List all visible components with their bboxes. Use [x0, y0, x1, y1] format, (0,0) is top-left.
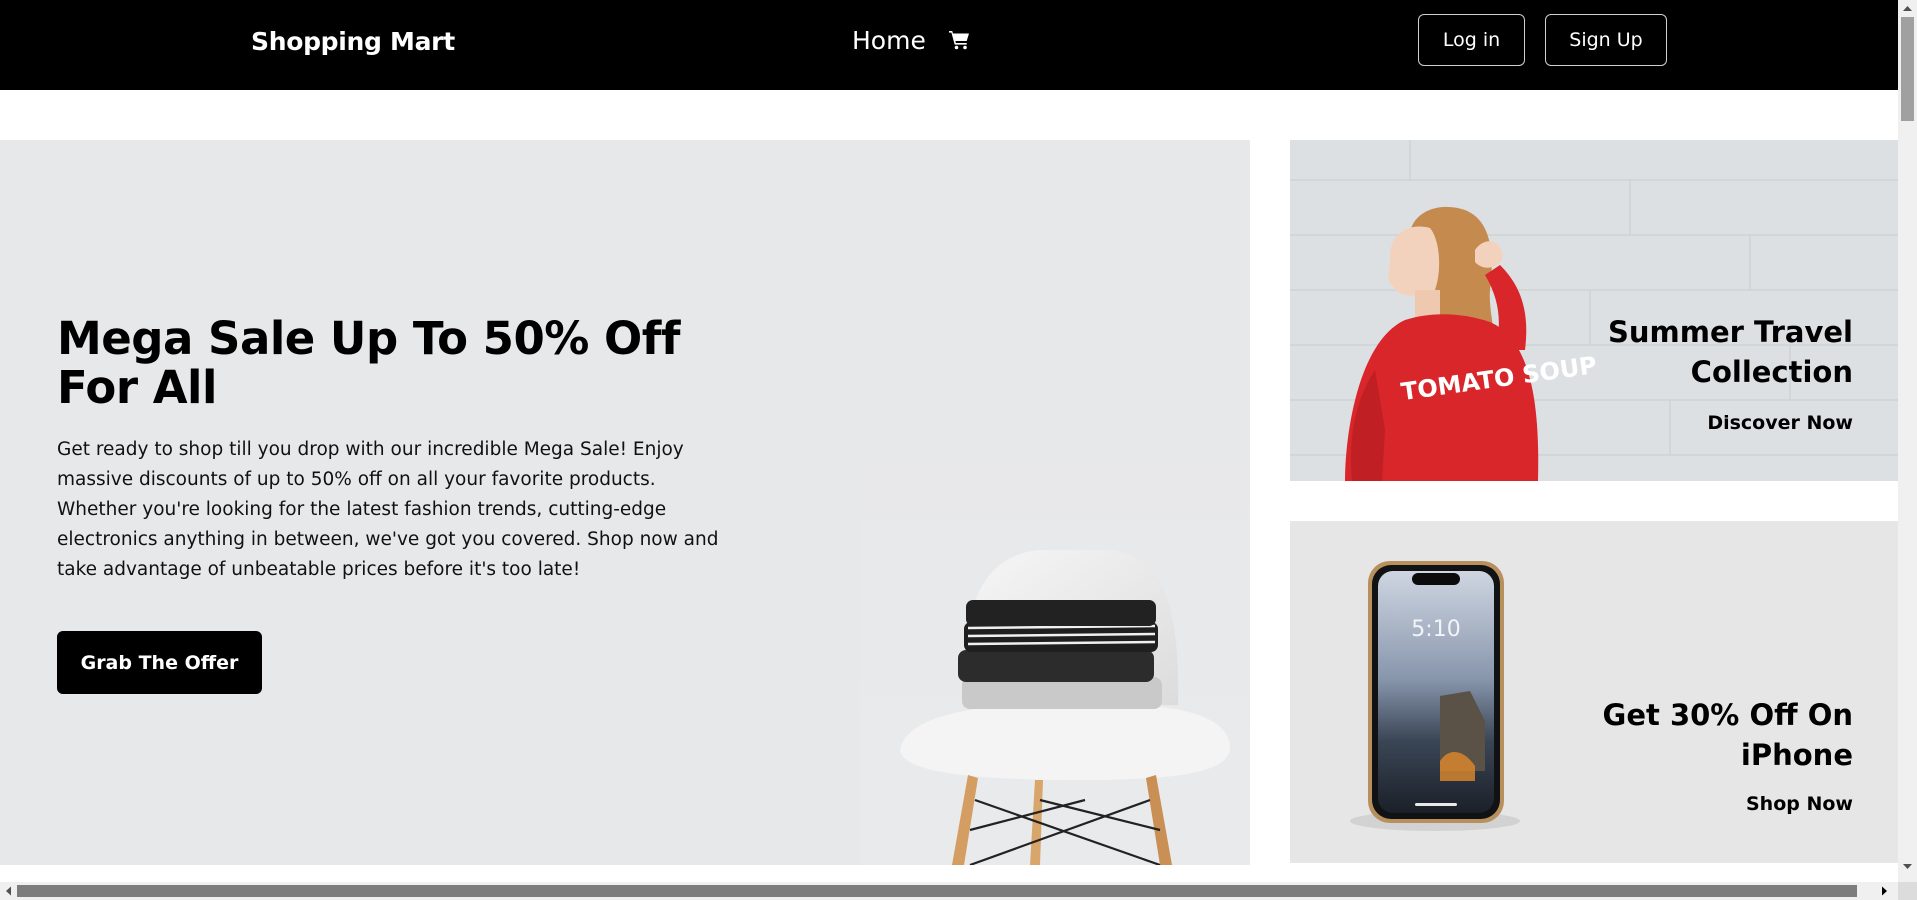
- chair-with-clothes-image: [860, 360, 1250, 865]
- discover-now-link[interactable]: Discover Now: [1707, 410, 1853, 436]
- vertical-scroll-thumb[interactable]: [1901, 17, 1914, 121]
- grab-offer-button[interactable]: Grab The Offer: [57, 631, 262, 694]
- promo-title-iphone: Get 30% Off On iPhone: [1602, 698, 1853, 772]
- login-button[interactable]: Log in: [1418, 14, 1525, 66]
- signup-button[interactable]: Sign Up: [1545, 14, 1667, 66]
- phone-clock: 5:10: [1411, 617, 1460, 642]
- scroll-down-arrow-icon[interactable]: [1898, 858, 1917, 875]
- scroll-left-arrow-icon[interactable]: [0, 882, 17, 900]
- hero-title: Mega Sale Up To 50% Off For All: [57, 312, 680, 414]
- promo-card-iphone[interactable]: 5:10 Get 30% Off On iPhone Shop Now: [1290, 521, 1898, 863]
- shopping-cart-icon[interactable]: [948, 28, 972, 52]
- scrollbar-corner: [1898, 882, 1917, 900]
- scroll-right-arrow-icon[interactable]: [1876, 882, 1893, 900]
- hero-description: Get ready to shop till you drop with our…: [57, 439, 719, 580]
- shop-now-link[interactable]: Shop Now: [1746, 791, 1853, 817]
- promo-title-summer-travel: Summer Travel Collection: [1607, 315, 1853, 389]
- hero-banner: Mega Sale Up To 50% Off For All Get read…: [0, 140, 1250, 865]
- brand-logo[interactable]: Shopping Mart: [251, 26, 455, 58]
- scroll-up-arrow-icon[interactable]: [1898, 0, 1917, 17]
- promo-card-summer-travel[interactable]: TOMATO SOUP Summer Travel Collection Dis…: [1290, 140, 1898, 481]
- horizontal-scrollbar[interactable]: [0, 882, 1898, 900]
- horizontal-scroll-thumb[interactable]: [17, 885, 1857, 897]
- vertical-scrollbar[interactable]: [1898, 0, 1917, 900]
- top-navbar: Shopping Mart Home Log in Sign Up: [0, 0, 1898, 90]
- nav-link-home[interactable]: Home: [852, 25, 926, 57]
